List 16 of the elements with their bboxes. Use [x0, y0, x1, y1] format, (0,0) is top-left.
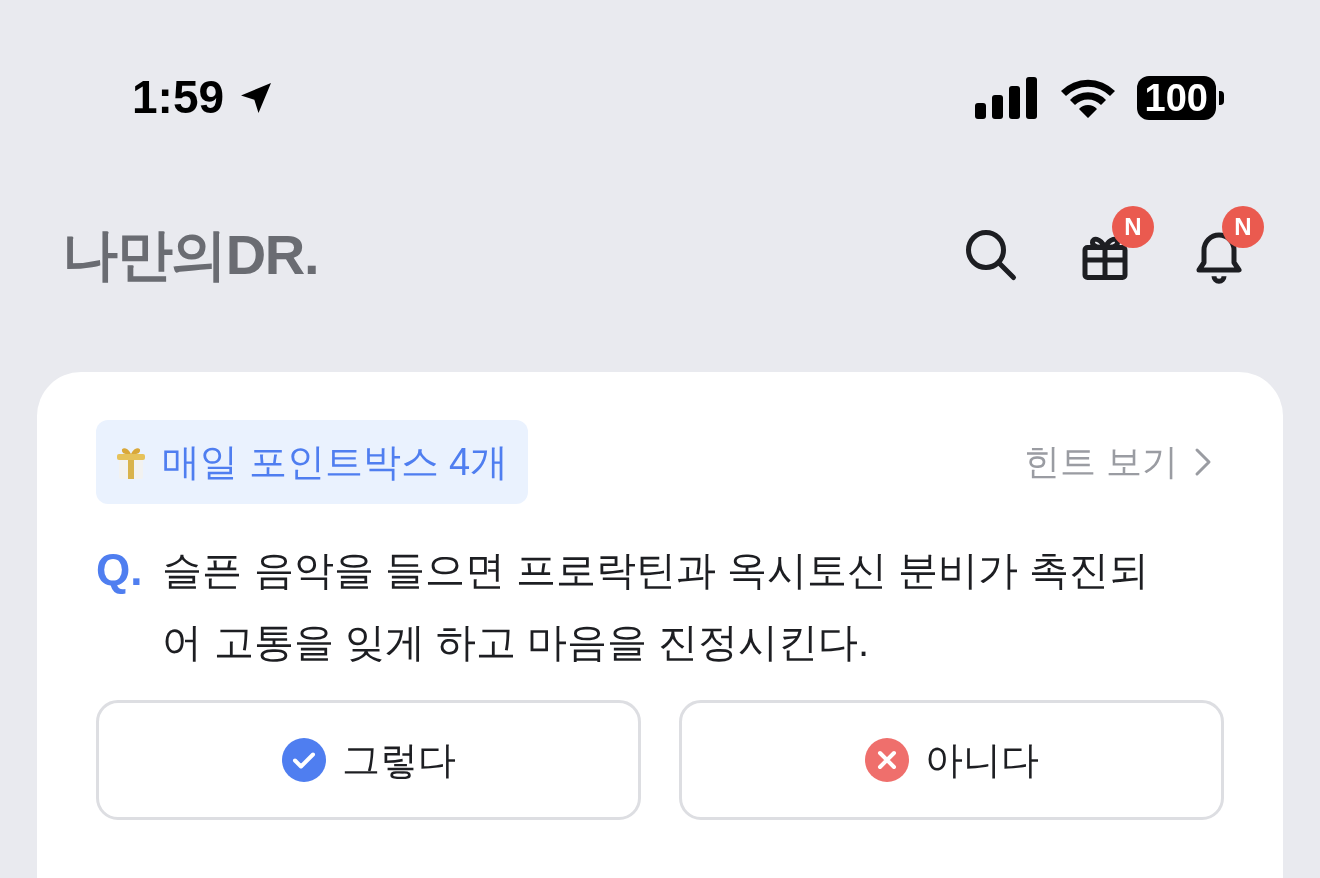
close-icon [864, 738, 909, 782]
battery-level: 100 [1144, 78, 1208, 117]
answer-button[interactable]: 아니다 [679, 700, 1224, 820]
gift-box-icon [116, 445, 146, 479]
new-badge: N [1222, 206, 1264, 248]
chevron-right-icon [1194, 447, 1212, 477]
battery-cap-icon [1219, 90, 1224, 105]
app-logo: 나만의DR. [62, 222, 319, 288]
new-badge: N [1112, 206, 1154, 248]
question-text: 슬픈 음악을 들으면 프로락틴과 옥시토신 분비가 촉진되어 고통을 잊게 하고 마음을 진정시킨다. [162, 547, 1151, 666]
reward-text: 매일 포인트박스 4개 [162, 439, 509, 485]
question-mark-label: Q. [96, 544, 143, 596]
check-icon [281, 738, 326, 782]
status-time: 1:59 [132, 70, 225, 125]
answer-button[interactable]: 그렇다 [96, 700, 641, 820]
signal-icon [974, 76, 1039, 119]
